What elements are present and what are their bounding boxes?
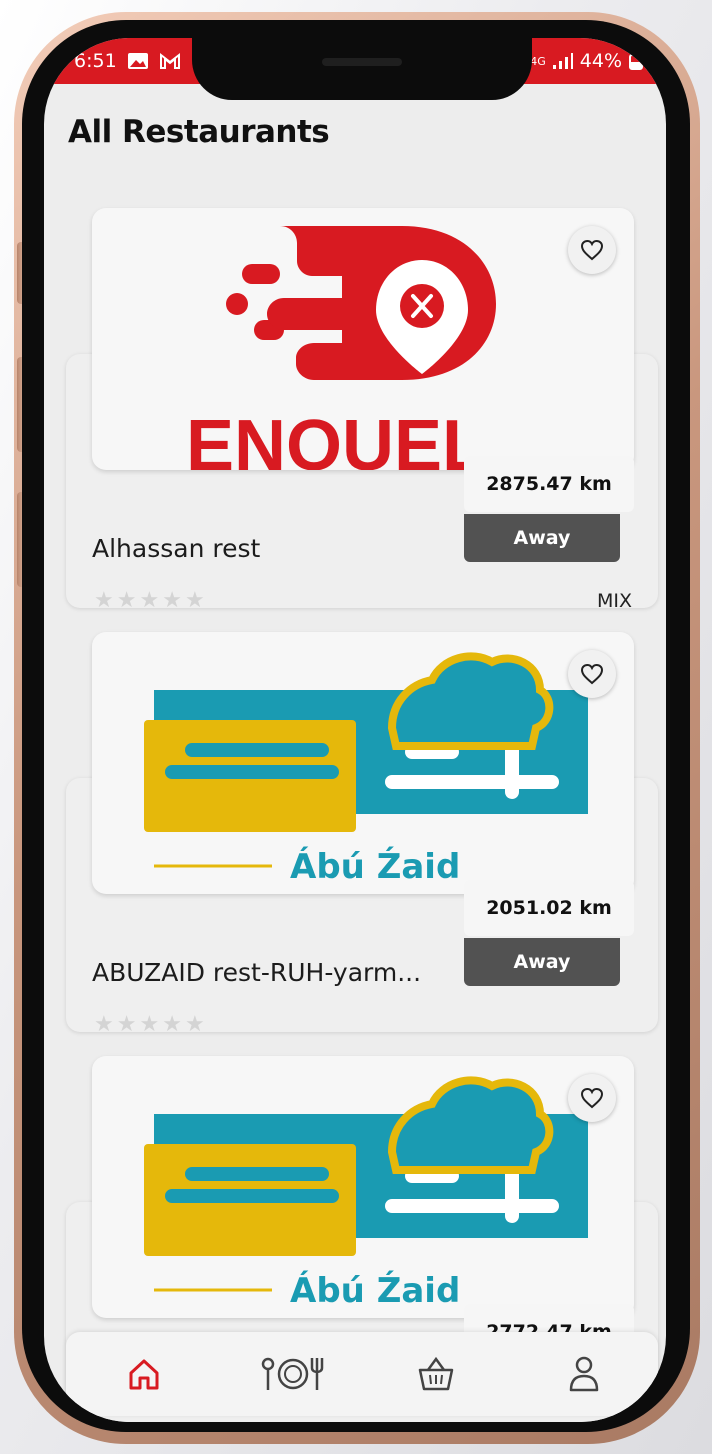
network-type: 4G xyxy=(530,54,546,68)
heart-icon xyxy=(580,663,604,685)
distance-label: 2051.02 km xyxy=(464,880,634,936)
heart-icon xyxy=(580,239,604,261)
restaurant-name: Alhassan rest xyxy=(92,534,261,563)
nav-home[interactable] xyxy=(120,1350,168,1398)
star-icon: ★ xyxy=(116,588,137,613)
rating-stars: ★ ★ ★ ★ ★ xyxy=(94,1014,205,1036)
status-time: 6:51 xyxy=(74,50,117,72)
star-icon: ★ xyxy=(116,1012,137,1037)
status-badge: Away xyxy=(464,514,620,562)
star-icon: ★ xyxy=(184,588,205,613)
home-icon xyxy=(129,1359,159,1390)
star-icon: ★ xyxy=(139,588,160,613)
abu-zaid-logo-text: Ábú Źaid xyxy=(290,1270,460,1311)
nav-basket[interactable] xyxy=(412,1350,460,1398)
nav-profile[interactable] xyxy=(560,1350,608,1398)
profile-icon xyxy=(569,1356,599,1392)
nav-restaurants[interactable] xyxy=(258,1350,328,1398)
favorite-button[interactable] xyxy=(568,650,616,698)
gallery-icon xyxy=(127,53,148,69)
heart-icon xyxy=(580,1087,604,1109)
star-icon: ★ xyxy=(162,1012,182,1037)
battery-percent: 44% xyxy=(579,50,622,72)
restaurant-logo-image: Ábú Źaid xyxy=(92,632,634,894)
restaurant-logo-image: Ábú Źaid xyxy=(92,1056,634,1318)
cuisine-label: MIX xyxy=(596,590,632,612)
signal-icon xyxy=(552,53,573,69)
restaurant-logo-image: ENOUEL xyxy=(92,208,634,470)
phone-speaker xyxy=(322,58,402,66)
status-badge: Away xyxy=(464,938,620,986)
battery-icon xyxy=(629,54,643,70)
restaurant-name: ABUZAID rest-RUH-yarm... xyxy=(92,958,422,987)
enouel-logo-text: ENOUEL xyxy=(186,406,486,470)
star-icon: ★ xyxy=(94,1012,114,1037)
favorite-button[interactable] xyxy=(568,1074,616,1122)
phone-notch xyxy=(192,38,532,100)
bottom-navigation xyxy=(66,1332,658,1416)
rating-stars: ★ ★ ★ ★ ★ xyxy=(94,590,205,612)
abu-zaid-logo: Ábú Źaid xyxy=(144,1076,588,1311)
gmail-icon xyxy=(159,52,180,69)
star-icon: ★ xyxy=(162,588,182,613)
enouel-logo: ENOUEL xyxy=(186,226,496,470)
distance-label: 2875.47 km xyxy=(464,456,634,512)
page-title: All Restaurants xyxy=(68,114,330,150)
star-icon: ★ xyxy=(139,1012,160,1037)
restaurants-icon xyxy=(261,1357,324,1390)
star-icon: ★ xyxy=(184,1012,205,1037)
basket-icon xyxy=(418,1356,454,1391)
star-icon: ★ xyxy=(94,588,114,613)
app-screen: 6:51 4G 44% All Restaurants ENOUEL 2875.… xyxy=(44,38,666,1422)
favorite-button[interactable] xyxy=(568,226,616,274)
abu-zaid-logo-text: Ábú Źaid xyxy=(290,846,460,887)
abu-zaid-logo: Ábú Źaid xyxy=(144,652,588,887)
